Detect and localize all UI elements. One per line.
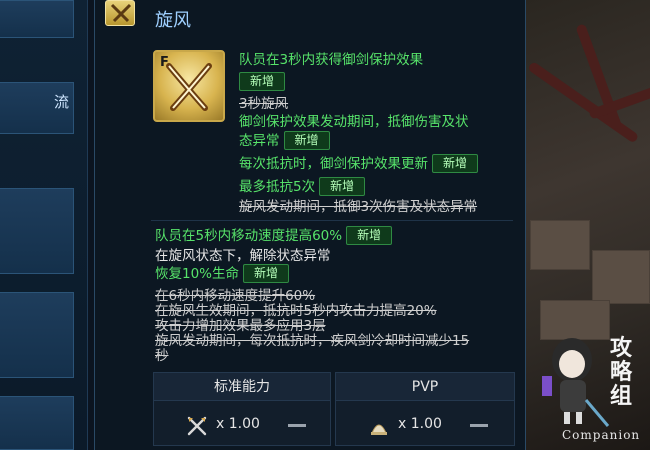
new-badge: 新增 bbox=[283, 131, 330, 150]
pvp-helmet-icon bbox=[371, 424, 387, 435]
effect-line: 每次抵抗时，御剑保护效果更新 新增 bbox=[239, 154, 479, 173]
effect-line: 御剑保护效果发动期间，抵御伤害及状 bbox=[239, 114, 469, 130]
removed-effect-line: 旋风发动期间，每次抵抗时，疾风剑冷却时间减少15 bbox=[155, 333, 470, 349]
skill-title: 旋风 bbox=[155, 10, 191, 31]
left-panel: 流 bbox=[0, 0, 88, 450]
removed-effect-line: 旋风发动期间，抵御3次伤害及状态异常 bbox=[239, 199, 478, 215]
crossed-swords-icon bbox=[187, 416, 207, 436]
stat-row: x 1.00 bbox=[154, 411, 330, 439]
new-badge: 新增 bbox=[319, 177, 366, 196]
stone-tile bbox=[592, 250, 650, 304]
dash-icon bbox=[288, 424, 306, 427]
left-tab-4[interactable] bbox=[0, 292, 74, 378]
watermark-chinese-text: 攻略组 bbox=[610, 335, 633, 409]
effect-line-text: 恢复10%生命 bbox=[155, 266, 240, 282]
stat-row: x 1.00 bbox=[336, 411, 514, 439]
left-tab-1[interactable] bbox=[0, 0, 74, 38]
effect-line: 队员在3秒内获得御剑保护效果 bbox=[239, 52, 424, 68]
left-tab-label: 流 bbox=[53, 93, 69, 111]
stat-column-pvp: PVP x 1.00 bbox=[335, 372, 515, 446]
divider bbox=[151, 220, 513, 221]
effect-line: 队员在5秒内移动速度提高60% 新增 bbox=[155, 226, 393, 245]
stat-header: 标准能力 bbox=[154, 373, 330, 401]
effect-line: 恢复10%生命 新增 bbox=[155, 264, 290, 283]
effect-line-text: 队员在5秒内移动速度提高60% bbox=[155, 228, 343, 244]
effect-line: 态异常 新增 bbox=[239, 131, 330, 150]
new-badge: 新增 bbox=[346, 226, 393, 245]
effect-line-text: 每次抵抗时，御剑保护效果更新 bbox=[239, 156, 428, 172]
dash-icon bbox=[470, 424, 488, 427]
stat-value: x 1.00 bbox=[216, 416, 260, 432]
skill-tier-letter: F bbox=[160, 55, 169, 70]
stat-column-standard: 标准能力 x 1.00 bbox=[153, 372, 331, 446]
new-badge: 新增 bbox=[239, 72, 286, 91]
watermark-latin-text: Companion bbox=[562, 428, 641, 442]
new-badge: 新增 bbox=[432, 154, 479, 173]
stat-header: PVP bbox=[336, 373, 514, 401]
crossed-blades-icon bbox=[110, 3, 132, 23]
skill-icon: F bbox=[153, 50, 225, 122]
skill-tooltip: 旋风 F 队员在3秒内获得御剑保护效果 新增 3秒旋风 御剑保护效果发动期间，抵… bbox=[94, 0, 526, 450]
removed-effect-line: 3秒旋风 bbox=[239, 96, 289, 112]
companion-watermark: 攻略组 Companion bbox=[540, 330, 644, 445]
effect-line-text: 态异常 bbox=[239, 133, 280, 149]
skill-header-icon bbox=[105, 0, 135, 26]
stone-tile bbox=[530, 220, 590, 270]
left-tab-2[interactable]: 流 bbox=[0, 82, 74, 134]
removed-effect-line: 秒 bbox=[155, 348, 169, 364]
effect-line: 在旋风状态下，解除状态异常 bbox=[155, 248, 331, 264]
left-tab-3[interactable] bbox=[0, 188, 74, 274]
left-tab-5[interactable] bbox=[0, 396, 74, 450]
chibi-character-logo bbox=[542, 338, 610, 427]
new-badge: 新增 bbox=[243, 264, 290, 283]
effect-line-text: 最多抵抗5次 bbox=[239, 179, 316, 195]
stat-value: x 1.00 bbox=[398, 416, 442, 432]
effect-line: 最多抵抗5次 新增 bbox=[239, 177, 366, 196]
stats-table: 标准能力 x 1.00 PVP x 1.00 bbox=[153, 372, 515, 446]
